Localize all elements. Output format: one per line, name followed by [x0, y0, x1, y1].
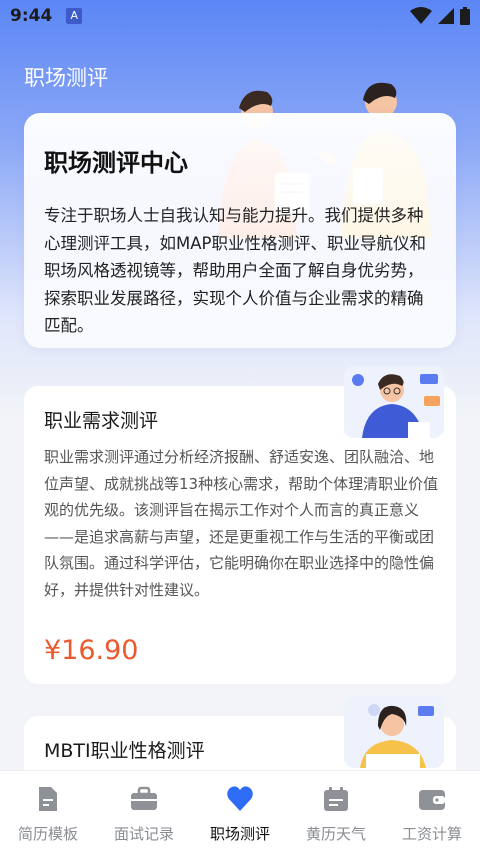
- tab-career-assessment[interactable]: 职场测评: [192, 771, 288, 853]
- tab-label: 简历模板: [17, 825, 78, 843]
- briefcase-icon: [131, 786, 157, 810]
- page-title: 职场测评: [24, 66, 108, 90]
- wallet-icon: [419, 790, 445, 810]
- status-time: 9:44: [10, 6, 53, 26]
- career-needs-illustration: [344, 366, 444, 438]
- assessment-center-card: 职场测评中心 专注于职场人士自我认知与能力提升。我们提供多种心理测评工具，如MA…: [24, 113, 456, 348]
- test-description: 职业需求测评通过分析经济报酬、舒适安逸、团队融洽、地位声望、成就挑战等13种核心…: [44, 448, 439, 599]
- tab-label: 工资计算: [401, 825, 462, 843]
- status-bar: 9:44 A: [0, 0, 480, 32]
- calendar-icon: [324, 787, 348, 811]
- tab-resume-templates[interactable]: 简历模板: [0, 771, 96, 853]
- wifi-icon: [410, 7, 432, 24]
- test-title: MBTI职业性格测评: [44, 740, 205, 762]
- test-title: 职业需求测评: [44, 410, 159, 432]
- document-icon: [39, 787, 57, 811]
- app-notification-icon: A: [66, 8, 83, 24]
- tab-almanac-weather[interactable]: 黄历天气: [288, 771, 384, 853]
- tab-interview-records[interactable]: 面试记录: [96, 771, 192, 853]
- battery-icon: [460, 7, 470, 25]
- signal-icon: [438, 8, 454, 24]
- test-price: ¥16.90: [44, 635, 139, 666]
- tab-salary-calculator[interactable]: 工资计算: [384, 771, 480, 853]
- tab-label: 黄历天气: [305, 825, 366, 843]
- assessment-center-title: 职场测评中心: [44, 149, 188, 177]
- tab-label: 职场测评: [209, 825, 270, 843]
- bottom-tab-bar: 简历模板 面试记录 职场测评 黄历天气 工资计算: [0, 770, 480, 853]
- mbti-illustration: [344, 696, 444, 768]
- tab-label: 面试记录: [113, 825, 174, 843]
- assessment-center-description: 专注于职场人士自我认知与能力提升。我们提供多种心理测评工具，如MAP职业性格测评…: [44, 206, 426, 335]
- heart-icon: [227, 786, 253, 811]
